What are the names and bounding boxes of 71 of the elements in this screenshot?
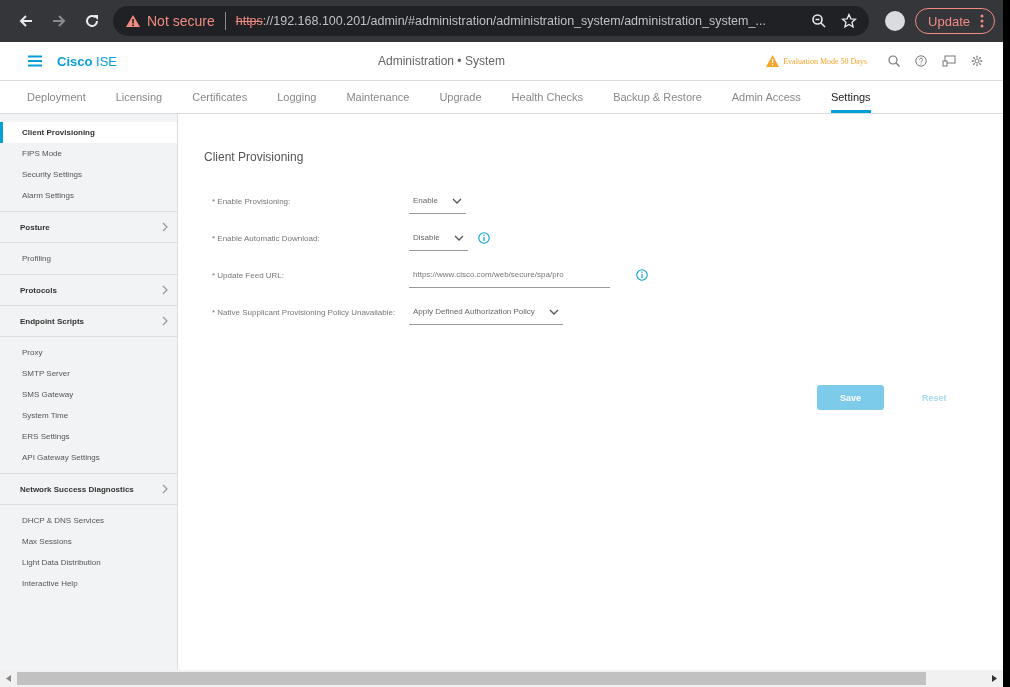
sidebar-item[interactable]: Interactive Help bbox=[4, 573, 177, 594]
sidebar-item[interactable]: Profiling bbox=[4, 248, 177, 269]
address-bar[interactable]: Not secure https://192.168.100.201/admin/#administration/administration_system/administration_system_... bbox=[113, 6, 870, 36]
field-label: * Update Feed URL: bbox=[211, 270, 286, 280]
sidebar-item[interactable]: Light Data Distribution bbox=[4, 552, 177, 573]
update-button[interactable]: Update bbox=[915, 8, 995, 34]
profile-avatar[interactable] bbox=[885, 11, 906, 31]
sidebar-item[interactable]: Client Provisioning bbox=[0, 122, 177, 143]
chevron-right-icon bbox=[162, 285, 168, 295]
info-icon[interactable] bbox=[477, 232, 490, 244]
monitor-icon[interactable] bbox=[942, 55, 956, 67]
tab[interactable]: Certificates bbox=[192, 81, 248, 113]
info-icon[interactable] bbox=[636, 269, 648, 281]
sidebar-item[interactable]: Security Settings bbox=[4, 164, 177, 185]
sidebar-item[interactable]: DHCP & DNS Services bbox=[4, 510, 177, 531]
app-logo: Cisco ISE bbox=[57, 53, 117, 69]
dropdown[interactable]: Enable bbox=[409, 188, 466, 214]
search-icon[interactable] bbox=[888, 55, 900, 67]
sidebar-item[interactable]: FIPS Mode bbox=[4, 143, 177, 164]
sidebar-item[interactable]: System Time bbox=[4, 405, 177, 426]
forward-icon[interactable] bbox=[51, 13, 67, 29]
sidebar-group[interactable]: Protocols bbox=[0, 274, 177, 306]
scroll-left-icon[interactable] bbox=[6, 675, 11, 682]
tab[interactable]: Licensing bbox=[115, 81, 163, 113]
sidebar-group[interactable]: Endpoint Scripts bbox=[0, 305, 177, 337]
zoom-icon[interactable] bbox=[811, 13, 828, 29]
sidebar-item[interactable]: SMTP Server bbox=[4, 363, 177, 384]
page-title: Administration • System bbox=[377, 54, 506, 68]
menu-icon[interactable] bbox=[28, 55, 42, 67]
evaluation-notice: Evaluation Mode 50 Days bbox=[783, 56, 867, 66]
tab[interactable]: Backup & Restore bbox=[613, 81, 702, 113]
star-icon[interactable] bbox=[841, 13, 858, 29]
sidebar-item[interactable]: SMS Gateway bbox=[4, 384, 177, 405]
help-icon[interactable] bbox=[915, 55, 927, 67]
dropdown[interactable]: Disable bbox=[409, 225, 468, 251]
chevron-right-icon bbox=[162, 222, 168, 232]
sidebar-item[interactable]: Max Sessions bbox=[4, 531, 177, 552]
settings-icon[interactable] bbox=[971, 55, 983, 67]
tab[interactable]: Maintenance bbox=[346, 81, 410, 113]
horizontal-scrollbar[interactable] bbox=[0, 670, 1003, 687]
chevron-right-icon bbox=[162, 316, 168, 326]
field-label: * Enable Automatic Download: bbox=[211, 233, 321, 243]
tab[interactable]: Logging bbox=[277, 81, 317, 113]
sidebar-item[interactable]: Alarm Settings bbox=[4, 185, 177, 206]
more-icon bbox=[980, 14, 984, 28]
sidebar-item[interactable]: Proxy bbox=[4, 342, 177, 363]
warning-icon bbox=[125, 14, 141, 28]
chevron-down-icon bbox=[451, 197, 462, 204]
chevron-down-icon bbox=[453, 234, 464, 241]
dropdown[interactable]: Apply Defined Authorization Policy bbox=[409, 299, 563, 325]
tab[interactable]: Settings bbox=[830, 81, 871, 113]
tab[interactable]: Admin Access bbox=[731, 81, 801, 113]
scroll-right-icon[interactable] bbox=[992, 675, 997, 682]
sidebar-group[interactable]: Network Success Diagnostics bbox=[0, 473, 177, 505]
field-label: * Enable Provisioning: bbox=[211, 196, 292, 206]
input-field[interactable]: https://www.cisco.com/web/secure/spa/pro bbox=[409, 262, 610, 288]
security-label: Not secure bbox=[147, 13, 215, 29]
tab[interactable]: Health Checks bbox=[511, 81, 584, 113]
reload-icon[interactable] bbox=[84, 13, 100, 29]
sidebar-item[interactable]: API Gateway Settings bbox=[4, 447, 177, 468]
warning-icon bbox=[766, 55, 780, 67]
tab[interactable]: Deployment bbox=[27, 81, 86, 113]
tab[interactable]: Upgrade bbox=[439, 81, 482, 113]
back-icon[interactable] bbox=[18, 13, 34, 29]
field-label: * Native Supplicant Provisioning Policy Unavailable: bbox=[211, 307, 397, 317]
sidebar-item[interactable]: ERS Settings bbox=[4, 426, 177, 447]
url-text: https://192.168.100.201/admin/#administration/administration_system/administration_system_... bbox=[235, 14, 767, 28]
chevron-right-icon bbox=[162, 484, 168, 494]
chevron-down-icon bbox=[548, 308, 559, 315]
section-title: Client Provisioning bbox=[204, 150, 305, 164]
sidebar-group[interactable]: Posture bbox=[0, 211, 177, 243]
